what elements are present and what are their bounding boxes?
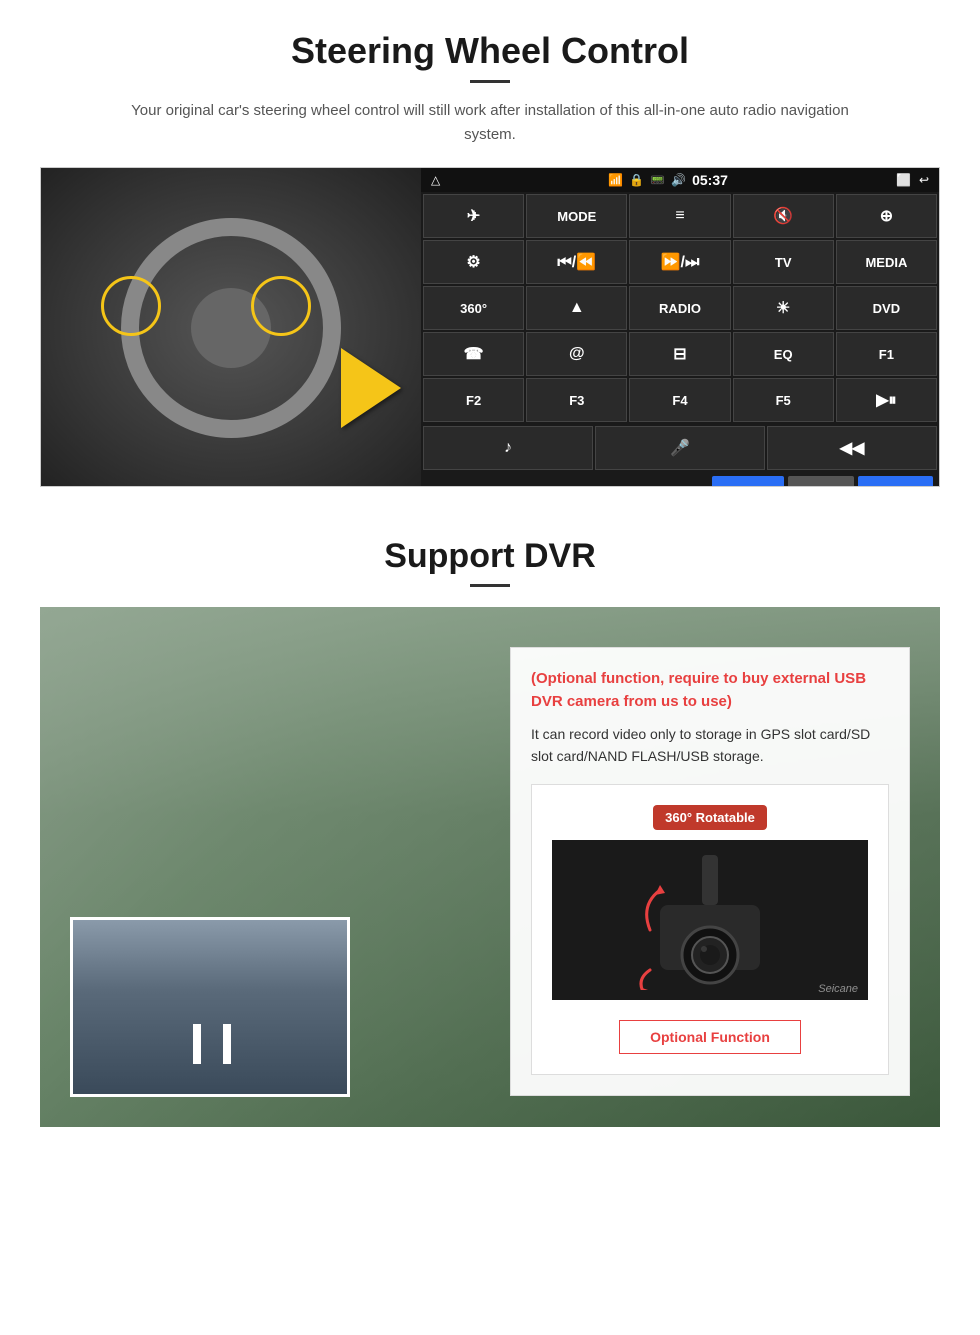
camera-product-box: 360° Rotatable [531, 784, 889, 1075]
tv-btn[interactable]: TV [733, 240, 834, 284]
yellow-highlight-right [251, 276, 311, 336]
nav-btn[interactable]: ✈ [423, 194, 524, 238]
f3-btn[interactable]: F3 [526, 378, 627, 422]
vol-prev-btn[interactable]: ◀◀ [767, 426, 937, 470]
camera-image: Seicane [552, 840, 868, 1000]
settings-btn[interactable]: ⚙ [423, 240, 524, 284]
control-panel: △ 📶 🔒 📟 🔊 05:37 ⬜ ↩ ✈ MODE ≡ 🔇 [421, 168, 939, 486]
topbar-right: ⬜ ↩ [896, 173, 929, 187]
road-line-2 [223, 1024, 231, 1064]
dvr-inset-photo [70, 917, 350, 1097]
dvd-btn[interactable]: DVD [836, 286, 937, 330]
radio-btn[interactable]: RADIO [629, 286, 730, 330]
button-grid-row1: ✈ MODE ≡ 🔇 ⊕ ⚙ ⏮/⏪ ⏩/⏭ TV MEDIA 360° ▲ R… [421, 192, 939, 424]
media-btn[interactable]: MEDIA [836, 240, 937, 284]
back-icon[interactable]: ↩ [919, 173, 929, 187]
clear-button[interactable]: Clear [858, 476, 933, 487]
steering-content-area: △ 📶 🔒 📟 🔊 05:37 ⬜ ↩ ✈ MODE ≡ 🔇 [40, 167, 940, 487]
steering-description: Your original car's steering wheel contr… [115, 99, 865, 147]
phone-btn[interactable]: ☎ [423, 332, 524, 376]
mute-btn[interactable]: 🔇 [733, 194, 834, 238]
optional-text: (Optional function, require to buy exter… [531, 668, 889, 713]
panel-action-buttons: Start End Clear [421, 472, 939, 487]
steering-section: Steering Wheel Control Your original car… [0, 0, 980, 507]
f5-btn[interactable]: F5 [733, 378, 834, 422]
dvr-description: It can record video only to storage in G… [531, 723, 889, 768]
start-button[interactable]: Start [712, 476, 784, 487]
yellow-highlight-left [101, 276, 161, 336]
steering-photo [41, 168, 421, 487]
divider [470, 80, 510, 83]
end-button[interactable]: End [788, 476, 854, 487]
sound-icon: 🔊 [671, 173, 686, 187]
dvr-info-card: (Optional function, require to buy exter… [510, 647, 910, 1096]
menu-btn[interactable]: ≡ [629, 194, 730, 238]
dvr-divider [470, 584, 510, 587]
clock-display: 05:37 [692, 172, 728, 188]
screen-btn[interactable]: ⊟ [629, 332, 730, 376]
play-pause-btn[interactable]: ▶⏸ [836, 378, 937, 422]
prev-btn[interactable]: ⏮/⏪ [526, 240, 627, 284]
optional-function-button[interactable]: Optional Function [619, 1020, 801, 1054]
360-btn[interactable]: 360° [423, 286, 524, 330]
dvr-photo-area: (Optional function, require to buy exter… [40, 607, 940, 1127]
brightness-btn[interactable]: ☀ [733, 286, 834, 330]
status-icons: 📶 🔒 📟 🔊 05:37 [608, 172, 728, 188]
f1-btn[interactable]: F1 [836, 332, 937, 376]
internet-btn[interactable]: @ [526, 332, 627, 376]
dvr-section: Support DVR (Optional function, require … [0, 507, 980, 1157]
lock-icon: 🔒 [629, 173, 644, 187]
home-icon[interactable]: △ [431, 173, 440, 187]
f2-btn[interactable]: F2 [423, 378, 524, 422]
f4-btn[interactable]: F4 [629, 378, 730, 422]
music-btn[interactable]: ♪ [423, 426, 593, 470]
camera-svg [620, 850, 800, 990]
dvr-title: Support DVR [40, 537, 940, 576]
yellow-arrow [341, 348, 401, 428]
eq-btn[interactable]: EQ [733, 332, 834, 376]
wifi-icon: 📶 [608, 173, 623, 187]
mic-btn[interactable]: 🎤 [595, 426, 765, 470]
panel-topbar: △ 📶 🔒 📟 🔊 05:37 ⬜ ↩ [421, 168, 939, 192]
mode-btn[interactable]: MODE [526, 194, 627, 238]
road-line-1 [193, 1024, 201, 1064]
steering-title: Steering Wheel Control [40, 30, 940, 72]
dvr-small-photo-inner [73, 920, 347, 1094]
steering-photo-inner [41, 168, 421, 487]
panel-bottom-row: ♪ 🎤 ◀◀ [421, 424, 939, 472]
apps-btn[interactable]: ⊕ [836, 194, 937, 238]
window-icon[interactable]: ⬜ [896, 173, 911, 187]
eject-btn[interactable]: ▲ [526, 286, 627, 330]
next-btn[interactable]: ⏩/⏭ [629, 240, 730, 284]
camera-badge: 360° Rotatable [653, 805, 767, 830]
watermark: Seicane [818, 983, 858, 995]
signal-icon: 📟 [650, 173, 665, 187]
